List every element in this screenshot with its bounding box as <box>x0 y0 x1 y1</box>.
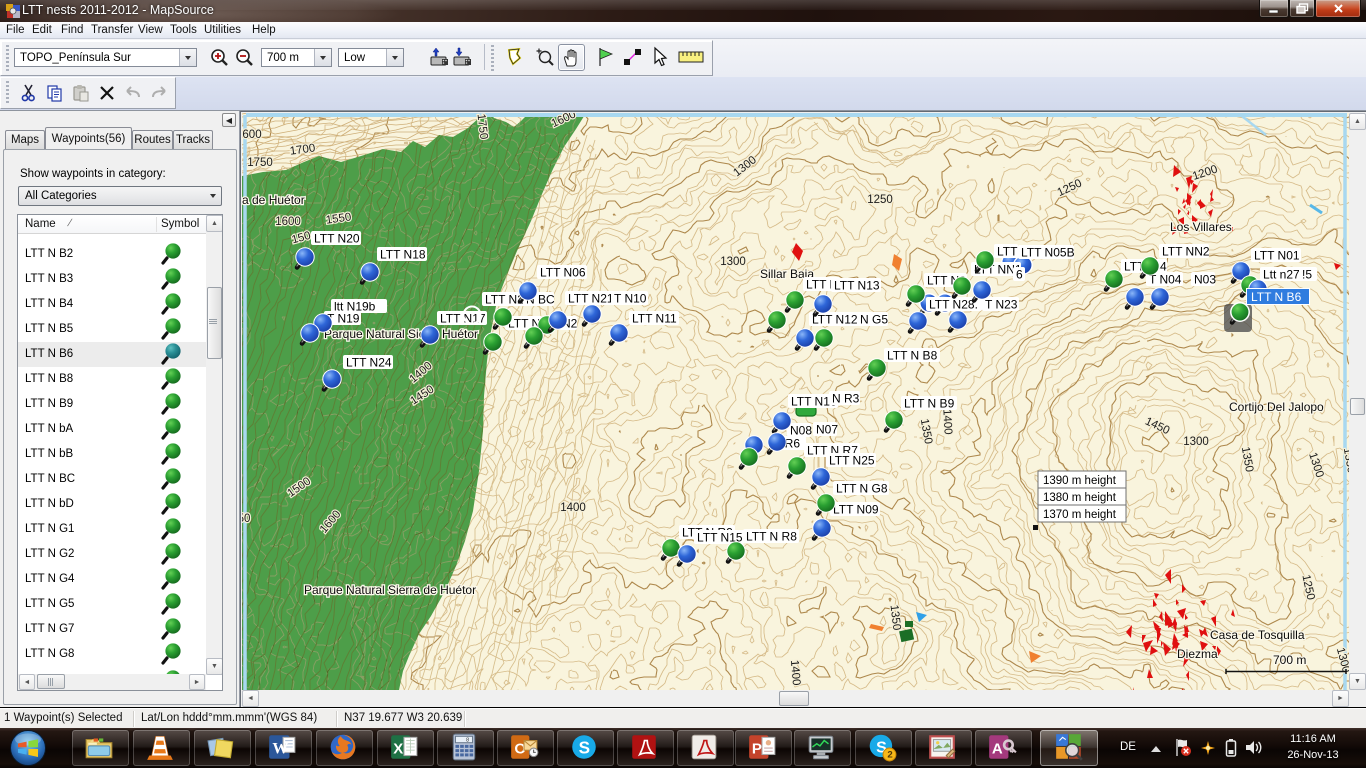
svg-text:Diezma: Diezma <box>1177 647 1218 661</box>
svg-text:A: A <box>992 740 1003 757</box>
svg-text:LTT N G8: LTT N G8 <box>836 482 888 496</box>
svg-text:Ltt n27: Ltt n27 <box>1263 268 1300 282</box>
svg-text:1600: 1600 <box>275 216 301 228</box>
svg-text:LTT N06: LTT N06 <box>540 266 586 280</box>
svg-text:1390 m height: 1390 m height <box>1043 475 1117 487</box>
svg-text:LTT N28.: LTT N28. <box>929 298 978 312</box>
svg-text:2: 2 <box>887 750 892 761</box>
svg-text:1750: 1750 <box>247 157 273 169</box>
svg-text:LTT N05B: LTT N05B <box>1021 246 1075 260</box>
svg-text:Cortijo Del Jalopo: Cortijo Del Jalopo <box>1229 400 1324 414</box>
svg-text:LTT N13: LTT N13 <box>834 279 880 293</box>
svg-text:Casa de Tosquilla: Casa de Tosquilla <box>1210 628 1305 642</box>
svg-text:N G5: N G5 <box>860 313 888 327</box>
svg-text:W: W <box>272 740 288 757</box>
svg-text:1370 m height: 1370 m height <box>1043 509 1117 521</box>
svg-text:1400: 1400 <box>788 659 802 686</box>
svg-text:LTT N12: LTT N12 <box>812 313 858 327</box>
svg-text:N R3: N R3 <box>832 392 860 406</box>
svg-text:1300: 1300 <box>1183 436 1209 448</box>
svg-text:T N23: T N23 <box>985 298 1018 312</box>
svg-text:Huétor: Huétor <box>442 327 478 341</box>
svg-text:Parque Natural Sierra de Huéto: Parque Natural Sierra de Huétor <box>304 583 476 597</box>
svg-text:LTT N20: LTT N20 <box>314 232 360 246</box>
svg-text:LTT N18: LTT N18 <box>380 248 426 262</box>
svg-text:P: P <box>752 740 762 757</box>
svg-text:1400: 1400 <box>560 502 586 514</box>
svg-text:1300: 1300 <box>720 256 746 268</box>
svg-text:LTT N B9: LTT N B9 <box>904 397 955 411</box>
svg-text:1250: 1250 <box>867 194 893 206</box>
svg-text:LTT N01: LTT N01 <box>1254 249 1300 263</box>
svg-text:Parque Natural Sierr: Parque Natural Sierr <box>324 327 433 341</box>
svg-text:6: 6 <box>1016 268 1023 282</box>
svg-text:a de Huétor: a de Huétor <box>242 193 305 207</box>
svg-text:Los Villares: Los Villares <box>1170 220 1232 234</box>
svg-text:!5: !5 <box>1302 268 1312 282</box>
svg-text:LTT NN2: LTT NN2 <box>1162 245 1210 259</box>
svg-text:1400: 1400 <box>940 409 953 435</box>
svg-text:N03: N03 <box>1194 273 1216 287</box>
svg-text:LTT N11: LTT N11 <box>632 312 677 326</box>
svg-text:LTT N21: LTT N21 <box>568 292 614 306</box>
svg-text:1380 m height: 1380 m height <box>1043 492 1117 504</box>
svg-text:700 m: 700 m <box>1273 653 1306 667</box>
svg-text:N08: N08 <box>790 424 812 438</box>
svg-text:600: 600 <box>242 129 261 141</box>
svg-text:S: S <box>579 738 590 757</box>
svg-text:X: X <box>393 740 403 757</box>
svg-text:LTT: LTT <box>997 245 1018 259</box>
svg-text:8: 8 <box>466 738 469 744</box>
svg-text:LTT N R8: LTT N R8 <box>746 530 797 544</box>
svg-text:LTT N B6: LTT N B6 <box>1251 290 1302 304</box>
svg-text:LTT N24: LTT N24 <box>346 356 392 370</box>
svg-text:LTT N09: LTT N09 <box>833 503 879 517</box>
svg-text:50: 50 <box>242 513 250 525</box>
svg-text:N07: N07 <box>816 423 838 437</box>
svg-text:LTT N25: LTT N25 <box>829 454 875 468</box>
svg-text:LTT N B8: LTT N B8 <box>887 349 938 363</box>
svg-text:T N10: T N10 <box>614 292 647 306</box>
